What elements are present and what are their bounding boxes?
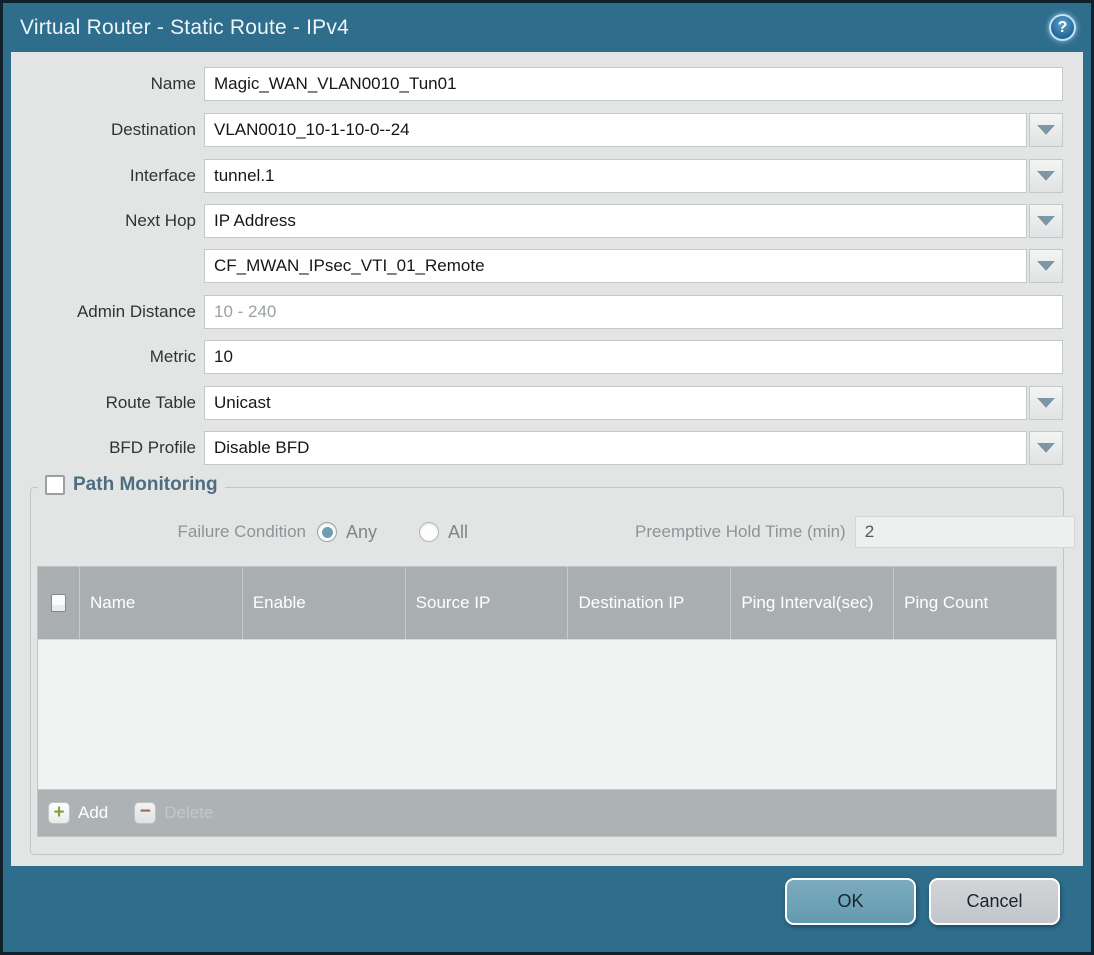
path-monitoring-legend: Path Monitoring — [38, 474, 225, 496]
metric-label: Metric — [149, 347, 196, 366]
table-body-empty — [38, 639, 1056, 789]
failure-condition-row: Failure Condition Any All Preemptive Hol… — [31, 516, 1075, 548]
bfd-profile-label: BFD Profile — [109, 438, 196, 457]
minus-icon: − — [134, 802, 157, 824]
add-button-label: Add — [78, 803, 109, 822]
bfd-profile-select[interactable] — [204, 431, 1027, 465]
preemptive-hold-input[interactable] — [854, 516, 1075, 548]
help-icon[interactable]: ? — [1049, 14, 1076, 41]
path-monitoring-checkbox[interactable] — [45, 475, 65, 495]
route-table-dropdown-button[interactable] — [1029, 386, 1063, 420]
form-row-next-hop: Next Hop — [11, 204, 1063, 238]
path-monitoring-table: Name Enable Source IP Destination IP Pin… — [37, 566, 1057, 837]
destination-input[interactable] — [204, 113, 1027, 147]
form-row-route-table: Route Table — [11, 386, 1063, 420]
column-header-enable[interactable]: Enable — [243, 567, 406, 639]
chevron-down-icon — [1037, 125, 1055, 135]
chevron-down-icon — [1037, 443, 1055, 453]
bfd-profile-dropdown-button[interactable] — [1029, 431, 1063, 465]
admin-distance-input[interactable] — [204, 295, 1063, 329]
dialog-window: Virtual Router - Static Route - IPv4 ? N… — [0, 0, 1094, 955]
failure-condition-radio-group: Any All — [317, 522, 510, 543]
admin-distance-label: Admin Distance — [76, 302, 196, 321]
metric-input[interactable] — [204, 340, 1063, 374]
next-hop-select[interactable] — [204, 204, 1027, 238]
path-monitoring-section: Path Monitoring Failure Condition Any Al… — [30, 474, 1075, 855]
column-header-ping-interval[interactable]: Ping Interval(sec) — [731, 567, 895, 639]
chevron-down-icon — [1037, 216, 1055, 226]
path-monitoring-title: Path Monitoring — [73, 474, 218, 495]
next-hop-label: Next Hop — [125, 211, 196, 230]
name-label: Name — [150, 74, 196, 93]
form-row-interface: Interface — [11, 159, 1063, 193]
dialog-title: Virtual Router - Static Route - IPv4 — [20, 15, 349, 39]
select-all-checkbox[interactable] — [51, 594, 66, 612]
name-input[interactable] — [204, 67, 1063, 101]
radio-all-circle[interactable] — [419, 522, 440, 542]
column-header-ping-count[interactable]: Ping Count — [894, 567, 1056, 639]
interface-label: Interface — [129, 166, 196, 185]
chevron-down-icon — [1037, 171, 1055, 181]
form-row-name: Name — [11, 67, 1063, 101]
radio-all-label: All — [448, 521, 469, 542]
ok-button[interactable]: OK — [785, 878, 916, 925]
form-row-admin-distance: Admin Distance — [11, 295, 1063, 329]
radio-any-circle[interactable] — [317, 522, 337, 542]
destination-dropdown-button[interactable] — [1029, 113, 1063, 147]
dialog-content: Name Destination Interface — [11, 52, 1083, 866]
form-row-metric: Metric — [11, 340, 1063, 374]
next-hop-ip-dropdown-button[interactable] — [1029, 249, 1063, 283]
column-header-source-ip[interactable]: Source IP — [406, 567, 569, 639]
preemptive-hold-label: Preemptive Hold Time (min) — [635, 522, 846, 541]
next-hop-ip-input[interactable] — [204, 249, 1027, 283]
table-header-checkbox-cell — [38, 567, 80, 639]
radio-any-label: Any — [346, 521, 378, 542]
form-row-destination: Destination — [11, 113, 1063, 147]
interface-input[interactable] — [204, 159, 1027, 193]
table-header: Name Enable Source IP Destination IP Pin… — [38, 567, 1056, 639]
next-hop-dropdown-button[interactable] — [1029, 204, 1063, 238]
failure-condition-label: Failure Condition — [177, 522, 306, 541]
route-table-select[interactable] — [204, 386, 1027, 420]
form-row-bfd-profile: BFD Profile — [11, 431, 1063, 465]
plus-icon: + — [48, 802, 70, 824]
delete-button-label: Delete — [164, 803, 214, 822]
cancel-button[interactable]: Cancel — [929, 878, 1060, 925]
delete-button[interactable]: − Delete — [134, 802, 213, 824]
interface-dropdown-button[interactable] — [1029, 159, 1063, 193]
titlebar: Virtual Router - Static Route - IPv4 — [3, 3, 1091, 52]
radio-all[interactable]: All — [419, 522, 468, 543]
chevron-down-icon — [1037, 398, 1055, 408]
route-table-label: Route Table — [105, 393, 196, 412]
dialog-frame: Virtual Router - Static Route - IPv4 ? N… — [3, 3, 1091, 952]
column-header-name[interactable]: Name — [80, 567, 243, 639]
table-toolbar: + Add − Delete — [38, 789, 1056, 836]
add-button[interactable]: + Add — [48, 802, 108, 824]
radio-any[interactable]: Any — [317, 522, 377, 543]
column-header-destination-ip[interactable]: Destination IP — [568, 567, 732, 639]
destination-label: Destination — [110, 120, 196, 139]
chevron-down-icon — [1037, 261, 1055, 271]
form-row-next-hop-ip — [11, 249, 1063, 283]
